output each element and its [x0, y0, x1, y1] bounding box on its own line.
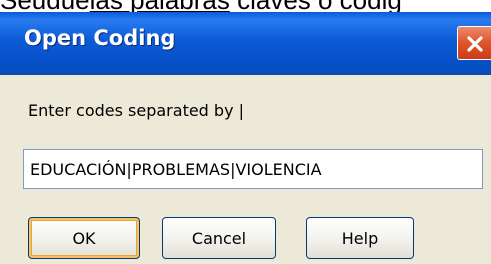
cancel-button[interactable]: Cancel	[162, 217, 276, 259]
dialog-title: Open Coding	[24, 26, 176, 50]
codes-input[interactable]	[23, 149, 483, 189]
close-button[interactable]	[457, 26, 491, 60]
dialog-titlebar[interactable]: Open Coding	[0, 12, 491, 75]
open-coding-dialog: Open Coding Enter codes separated by | O…	[0, 12, 491, 264]
dialog-body: Enter codes separated by | OK Cancel Hel…	[0, 75, 491, 264]
close-icon	[467, 36, 483, 52]
background-text-end: claves o codig	[230, 0, 402, 12]
ok-button[interactable]: OK	[28, 217, 140, 259]
help-button[interactable]: Help	[306, 217, 414, 259]
codes-prompt-label: Enter codes separated by |	[28, 101, 245, 120]
background-document-text: Seuduelas palabras claves o codig	[0, 0, 491, 12]
background-text-start: Seudue	[0, 0, 90, 12]
background-text-underlined: las palabras	[90, 0, 230, 12]
